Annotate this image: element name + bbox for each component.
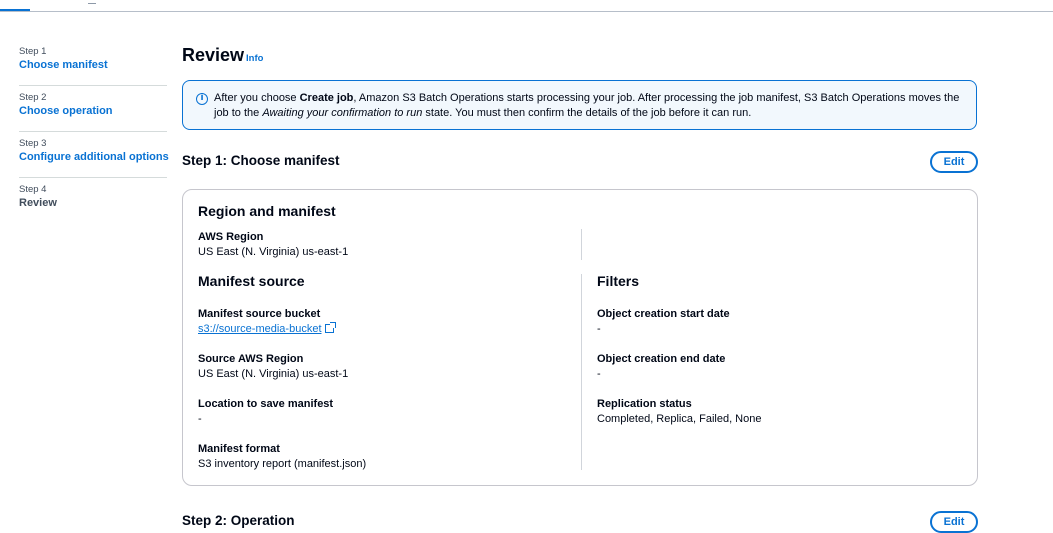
edit-step2-button[interactable]: Edit [930,511,978,533]
wizard-step-4: Step 4 Review [19,178,167,224]
edit-step1-button[interactable]: Edit [930,151,978,173]
region-manifest-heading: Region and manifest [198,203,336,219]
step-link-configure-options[interactable]: Configure additional options [19,151,169,163]
info-alert: After you choose Create job, Amazon S3 B… [182,80,977,130]
manifest-bucket-field: Manifest source bucket s3://source-media… [198,307,336,337]
column-divider [581,229,582,260]
end-date-field: Object creation end date - [597,353,726,380]
manifest-bucket-link[interactable]: s3://source-media-bucket [198,323,322,335]
manifest-format-field: Manifest format S3 inventory report (man… [198,443,367,470]
aws-region-field: AWS Region US East (N. Virginia) us-east… [198,231,349,258]
source-region-field: Source AWS Region US East (N. Virginia) … [198,353,349,380]
info-icon [196,93,208,105]
page-title: Review [182,45,245,65]
wizard-steps-nav: Step 1 Choose manifest Step 2 Choose ope… [19,40,169,224]
alert-message: After you choose Create job, Amazon S3 B… [214,92,960,119]
wizard-step-3[interactable]: Step 3 Configure additional options [19,132,169,178]
step1-section-title: Step 1: Choose manifest [182,153,340,168]
tab-indicator-faint [88,0,96,4]
wizard-step-1[interactable]: Step 1 Choose manifest [19,40,167,86]
start-date-field: Object creation start date - [597,308,730,335]
replication-status-field: Replication status Completed, Replica, F… [597,398,762,425]
save-location-field: Location to save manifest - [198,398,334,425]
step-number: Step 2 [19,92,47,103]
external-link-icon[interactable] [324,322,336,333]
wizard-step-2[interactable]: Step 2 Choose operation [19,86,167,132]
step-number: Step 4 [19,184,47,195]
column-divider [581,274,582,470]
step-number: Step 1 [19,46,47,57]
manifest-source-heading: Manifest source [198,273,305,289]
step-current-review: Review [19,197,57,209]
region-manifest-container: Region and manifest AWS Region US East (… [182,189,978,486]
info-link[interactable]: Info [246,53,263,64]
step2-section-title: Step 2: Operation [182,513,295,528]
step-link-choose-manifest[interactable]: Choose manifest [19,59,108,71]
step-link-choose-operation[interactable]: Choose operation [19,105,113,117]
step-number: Step 3 [19,138,47,149]
top-tabs-bar [0,0,1053,12]
filters-heading: Filters [597,273,640,289]
active-tab-indicator [0,9,30,11]
